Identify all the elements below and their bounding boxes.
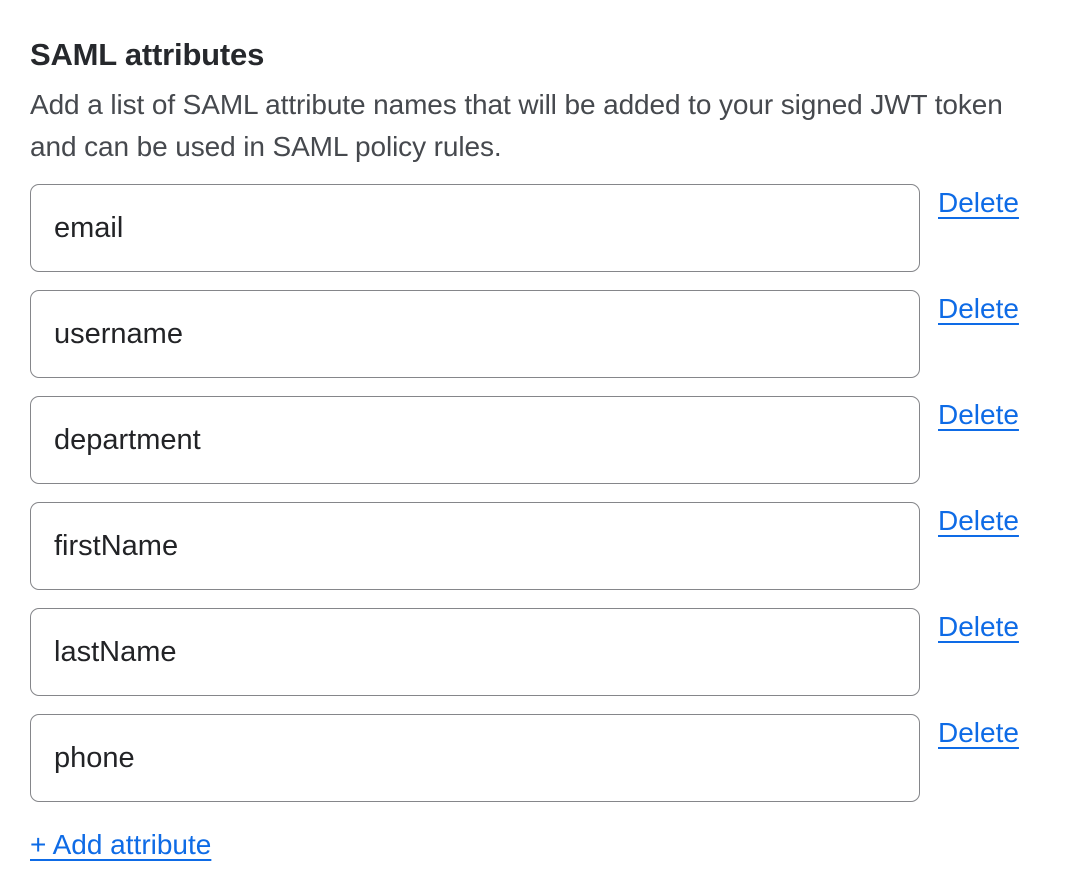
page-title: SAML attributes [30,38,1023,72]
delete-attribute-link[interactable]: Delete [938,292,1019,326]
saml-attributes-section: SAML attributes Add a list of SAML attri… [0,0,1066,886]
section-description-line-2: and can be used in SAML policy rules. [30,126,1023,168]
delete-attribute-link[interactable]: Delete [938,610,1019,644]
attribute-input[interactable] [30,396,920,484]
attribute-input[interactable] [30,714,920,802]
attribute-row: Delete [30,184,1023,272]
add-attribute-row: + Add attribute [30,828,1023,862]
attribute-input[interactable] [30,290,920,378]
attribute-row: Delete [30,396,1023,484]
attribute-row: Delete [30,608,1023,696]
delete-attribute-link[interactable]: Delete [938,186,1019,220]
attribute-row: Delete [30,714,1023,802]
delete-attribute-link[interactable]: Delete [938,504,1019,538]
add-attribute-link[interactable]: + Add attribute [30,828,211,862]
attribute-input[interactable] [30,608,920,696]
attribute-row: Delete [30,290,1023,378]
delete-attribute-link[interactable]: Delete [938,716,1019,750]
section-description-line-1: Add a list of SAML attribute names that … [30,84,1023,126]
attribute-input[interactable] [30,184,920,272]
delete-attribute-link[interactable]: Delete [938,398,1019,432]
attribute-list: Delete Delete Delete Delete Delete Delet… [30,184,1023,802]
attribute-row: Delete [30,502,1023,590]
attribute-input[interactable] [30,502,920,590]
section-description: Add a list of SAML attribute names that … [30,84,1023,168]
